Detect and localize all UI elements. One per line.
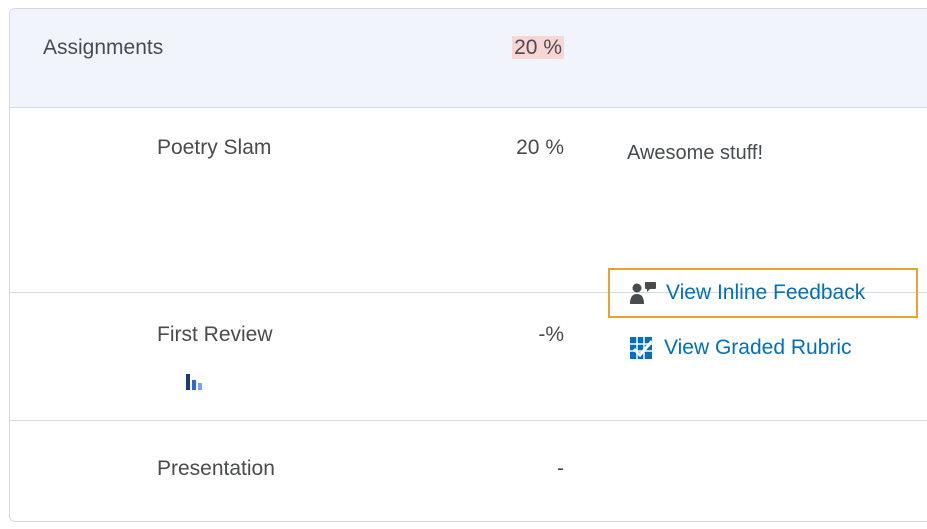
grade-item-row-poetry-slam: Poetry Slam 20 % Awesome stuff! View Inl…	[10, 108, 927, 359]
category-row-assignments: Assignments 20 %	[10, 9, 927, 108]
grade-item-row-first-review: First Review -%	[10, 293, 927, 421]
grade-item-name: Presentation	[157, 457, 275, 480]
grades-table: Assignments 20 % Poetry Slam 20 % Awesom…	[9, 8, 927, 522]
category-name: Assignments	[43, 36, 164, 59]
grade-item-name: Poetry Slam	[157, 136, 272, 159]
grade-item-row-presentation: Presentation -	[10, 421, 927, 521]
feedback-text: Awesome stuff!	[627, 142, 763, 164]
category-grade: 20 %	[444, 36, 564, 60]
grade-item-grade: 20 %	[516, 136, 564, 159]
grade-item-grade: -	[557, 457, 564, 480]
category-grade-value: 20 %	[512, 36, 564, 59]
bar-chart-icon[interactable]	[184, 372, 206, 392]
grade-item-grade: -%	[538, 323, 564, 346]
grade-item-name: First Review	[157, 323, 273, 346]
